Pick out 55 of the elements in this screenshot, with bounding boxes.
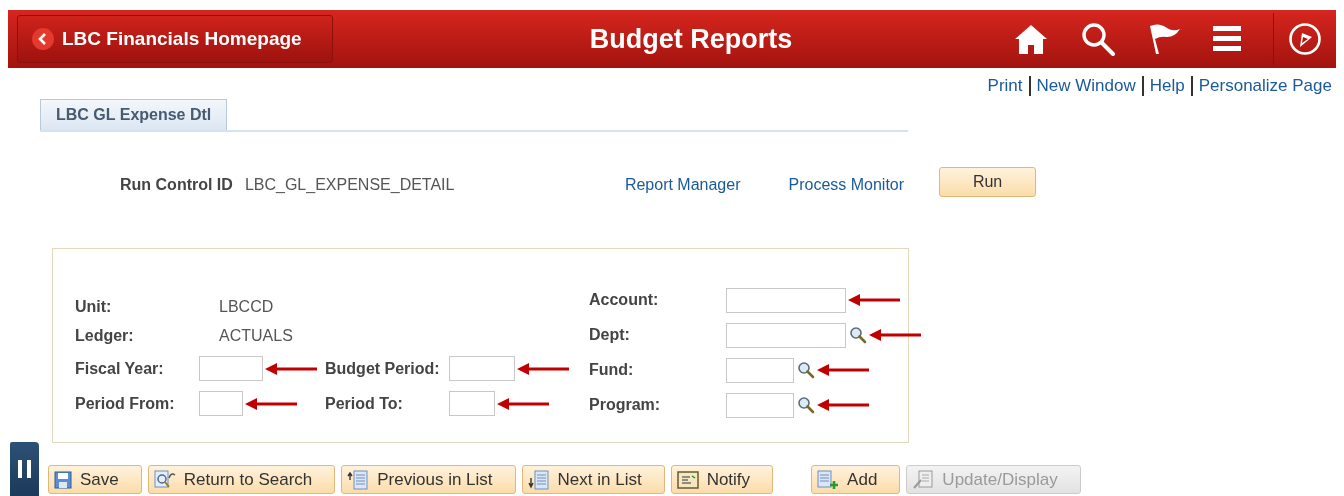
tab[interactable]: LBC GL Expense Dtl bbox=[40, 98, 228, 130]
notify-button[interactable]: Notify bbox=[670, 465, 774, 494]
field-value: LBC_GL_EXPENSE_DETAIL bbox=[244, 174, 456, 195]
next-button[interactable]: Next in List bbox=[521, 465, 665, 494]
menu-icon[interactable] bbox=[1213, 26, 1241, 52]
pause-tab[interactable] bbox=[10, 442, 39, 496]
field-label: Period To: bbox=[325, 393, 404, 414]
page-link[interactable]: Print bbox=[987, 73, 1023, 99]
field-label: Ledger: bbox=[75, 325, 135, 346]
field-label: Period From: bbox=[75, 393, 176, 414]
back-icon bbox=[32, 28, 54, 50]
add-button[interactable]: Add bbox=[811, 465, 901, 494]
page-link[interactable]: New Window bbox=[1036, 73, 1136, 99]
input-field[interactable] bbox=[726, 392, 794, 418]
report-manager-link[interactable]: Report Manager bbox=[624, 172, 741, 197]
homepage-button[interactable]: LBC Financials Homepage bbox=[17, 15, 333, 63]
page-link[interactable]: Personalize Page bbox=[1198, 73, 1332, 99]
field-label: Dept: bbox=[589, 325, 631, 345]
return-button[interactable]: Return to Search bbox=[147, 465, 336, 494]
field-label: Program: bbox=[589, 395, 662, 415]
add-document-icon bbox=[817, 469, 840, 490]
process-monitor-link[interactable]: Process Monitor bbox=[788, 172, 905, 197]
note-icon bbox=[676, 470, 699, 489]
search-icon[interactable] bbox=[849, 326, 867, 344]
flag-icon[interactable] bbox=[1147, 23, 1181, 55]
field-label: Fiscal Year: bbox=[75, 358, 165, 379]
page-title: Budget Reports bbox=[589, 22, 793, 56]
input-field[interactable] bbox=[449, 356, 515, 381]
search-icon[interactable] bbox=[797, 396, 815, 414]
run-button[interactable]: Run bbox=[939, 167, 1037, 197]
field-label: Run Control ID bbox=[120, 174, 233, 195]
field-value: LBCCD bbox=[219, 296, 274, 317]
field-label: Unit: bbox=[75, 296, 113, 317]
input-field[interactable] bbox=[199, 356, 263, 381]
input-field[interactable] bbox=[726, 357, 794, 383]
input-field[interactable] bbox=[726, 322, 846, 348]
field-label: Account: bbox=[589, 290, 660, 310]
compass-icon[interactable] bbox=[1288, 22, 1322, 56]
input-field[interactable] bbox=[199, 391, 243, 416]
input-field[interactable] bbox=[449, 391, 495, 416]
page-link[interactable]: Help bbox=[1149, 73, 1185, 99]
magnifier-document-icon bbox=[153, 469, 176, 490]
input-field[interactable] bbox=[726, 287, 846, 313]
search-icon[interactable] bbox=[1081, 22, 1115, 56]
pause-icon bbox=[17, 460, 32, 478]
field-label: Budget Period: bbox=[325, 358, 441, 379]
home-icon[interactable] bbox=[1013, 23, 1049, 55]
save-button[interactable]: Save bbox=[48, 465, 142, 494]
previous-button[interactable]: Previous in List bbox=[341, 465, 516, 494]
document-pencil-icon bbox=[912, 469, 935, 490]
search-icon[interactable] bbox=[797, 361, 815, 379]
down-arrow-list-icon bbox=[527, 469, 550, 490]
field-value: ACTUALS bbox=[219, 325, 293, 346]
field-label: Fund: bbox=[589, 360, 635, 380]
up-arrow-list-icon bbox=[347, 469, 370, 490]
